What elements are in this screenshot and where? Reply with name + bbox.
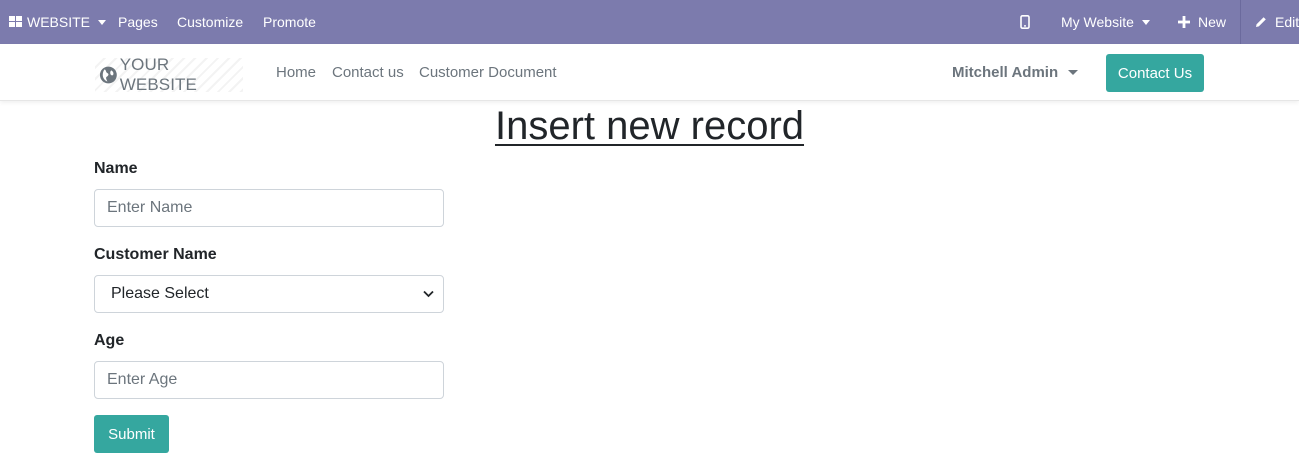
- divider: [1240, 0, 1241, 44]
- mobile-phone-icon: [1020, 15, 1030, 29]
- apps-grid-icon: [9, 16, 22, 27]
- age-label: Age: [94, 332, 125, 349]
- mobile-preview-button[interactable]: [1020, 0, 1030, 44]
- user-name: Mitchell Admin: [952, 64, 1059, 81]
- submit-button[interactable]: Submit: [94, 415, 169, 453]
- pencil-icon: [1256, 17, 1266, 27]
- user-menu[interactable]: Mitchell Admin: [952, 64, 1079, 81]
- website-menu-label: WEBSITE: [27, 14, 91, 30]
- pages-menu-label: Pages: [118, 14, 158, 30]
- chevron-down-icon: [98, 19, 107, 25]
- logo-text: YOUR WEBSITE: [119, 55, 197, 94]
- plus-icon: [1178, 16, 1190, 28]
- contact-us-button[interactable]: Contact Us: [1106, 54, 1204, 92]
- website-logo[interactable]: YOUR WEBSITE: [95, 55, 243, 94]
- nav-link-customer-document[interactable]: Customer Document: [419, 64, 557, 81]
- page-title: Insert new record: [494, 104, 805, 148]
- customize-menu-label: Customize: [177, 14, 244, 30]
- customer-name-label: Customer Name: [94, 246, 217, 263]
- customize-menu[interactable]: Customize: [177, 0, 243, 44]
- promote-menu[interactable]: Promote: [263, 0, 316, 44]
- promote-menu-label: Promote: [263, 14, 316, 30]
- website-navbar: YOUR WEBSITE Home Contact us Customer Do…: [0, 44, 1299, 101]
- website-selector[interactable]: My Website: [1061, 0, 1150, 44]
- chevron-down-icon: [1068, 70, 1079, 75]
- website-menu-button[interactable]: WEBSITE: [9, 0, 107, 44]
- website-selector-label: My Website: [1061, 14, 1134, 30]
- chevron-down-icon: [423, 290, 434, 298]
- new-button[interactable]: New: [1178, 0, 1226, 44]
- globe-icon: [99, 66, 117, 84]
- name-label: Name: [94, 160, 138, 177]
- pages-menu[interactable]: Pages: [118, 0, 158, 44]
- nav-link-contact-us[interactable]: Contact us: [332, 64, 404, 81]
- new-button-label: New: [1198, 14, 1227, 30]
- edit-button[interactable]: Edit: [1255, 0, 1299, 44]
- customer-name-select[interactable]: Please Select: [94, 275, 444, 313]
- age-input[interactable]: [94, 361, 444, 399]
- admin-bar: WEBSITE Pages Customize Promote My Websi…: [0, 0, 1299, 44]
- customer-name-selected: Please Select: [111, 285, 209, 302]
- chevron-down-icon: [1141, 19, 1150, 25]
- edit-button-label: Edit: [1275, 14, 1299, 30]
- name-input[interactable]: [94, 189, 444, 227]
- nav-link-home[interactable]: Home: [276, 64, 316, 81]
